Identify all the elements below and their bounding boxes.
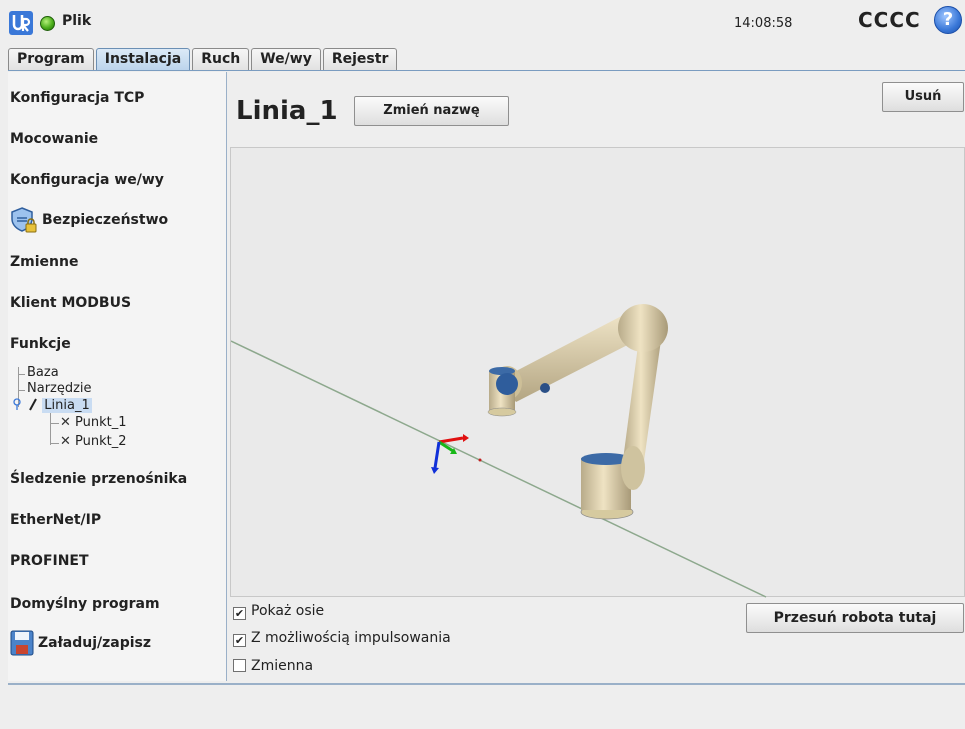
tree-item-point-2[interactable]: ✕ Punkt_2 — [60, 434, 127, 449]
tab-log[interactable]: Rejestr — [322, 48, 398, 70]
checkbox-label: Zmienna — [251, 658, 314, 674]
tree-item-label: Punkt_1 — [75, 415, 127, 430]
feature-panel: Linia_1 Zmień nazwę Usuń ✔ Pokaż osie ✔ … — [228, 72, 965, 681]
page-title: Linia_1 — [236, 96, 338, 126]
sidebar-item-conveyor-tracking[interactable]: Śledzenie przenośnika — [10, 471, 187, 487]
robot-3d-scene[interactable] — [230, 148, 965, 598]
checkbox-unchecked-icon[interactable] — [233, 659, 246, 672]
installation-sidebar: Konfiguracja TCP Mocowanie Konfiguracja … — [8, 72, 227, 681]
sidebar-item-io-config[interactable]: Konfiguracja we/wy — [10, 172, 164, 188]
tree-connector — [50, 413, 51, 445]
robot-name: CCCC — [858, 8, 921, 32]
rename-button[interactable]: Zmień nazwę — [354, 96, 509, 126]
tree-item-point-1[interactable]: ✕ Punkt_1 — [60, 415, 127, 430]
tab-io[interactable]: We/wy — [251, 48, 321, 70]
tree-item-base[interactable]: Baza — [27, 365, 59, 380]
delete-button[interactable]: Usuń — [882, 82, 964, 112]
variable-checkbox[interactable]: Zmienna — [233, 658, 313, 674]
sidebar-item-default-program[interactable]: Domyślny program — [10, 596, 160, 612]
sidebar-item-modbus[interactable]: Klient MODBUS — [10, 295, 131, 311]
checkbox-checked-icon[interactable]: ✔ — [233, 634, 246, 647]
sidebar-item-tcp-config[interactable]: Konfiguracja TCP — [10, 90, 144, 106]
sidebar-item-variables[interactable]: Zmienne — [10, 254, 78, 270]
robot-arm-model — [487, 304, 668, 520]
clock: 14:08:58 — [734, 16, 793, 31]
jogable-checkbox[interactable]: ✔ Z możliwością impulsowania — [233, 630, 451, 647]
sidebar-item-label: Bezpieczeństwo — [42, 212, 169, 228]
sidebar-item-label: Załaduj/zapisz — [38, 635, 152, 651]
tab-program[interactable]: Program — [8, 48, 94, 70]
tab-move[interactable]: Ruch — [192, 48, 250, 70]
tree-connector — [50, 423, 59, 424]
main-tabs: Program Instalacja Ruch We/wy Rejestr — [8, 48, 399, 70]
tree-item-tool[interactable]: Narzędzie — [27, 381, 92, 396]
footer-divider — [8, 683, 965, 685]
checkbox-checked-icon[interactable]: ✔ — [233, 607, 246, 620]
show-axes-checkbox[interactable]: ✔ Pokaż osie — [233, 603, 324, 620]
tree-connector — [18, 390, 25, 391]
shield-lock-icon — [11, 207, 37, 233]
ur-logo-icon — [9, 11, 33, 35]
checkbox-label: Z możliwością impulsowania — [251, 630, 451, 646]
file-menu[interactable]: Plik — [62, 13, 91, 29]
robot-status-icon[interactable] — [40, 16, 55, 31]
tree-item-line-1[interactable]: Linia_1 — [12, 398, 92, 413]
sidebar-item-load-save[interactable]: Załaduj/zapisz — [10, 630, 151, 656]
sidebar-item-mounting[interactable]: Mocowanie — [10, 131, 98, 147]
tree-item-label: Punkt_2 — [75, 434, 127, 449]
point-feature-icon: ✕ — [60, 434, 71, 449]
tree-item-label: Linia_1 — [42, 398, 92, 413]
sidebar-item-ethernet-ip[interactable]: EtherNet/IP — [10, 512, 101, 528]
tree-connector — [50, 443, 59, 444]
tab-installation[interactable]: Instalacja — [95, 48, 191, 70]
top-bar: Plik 14:08:58 CCCC ? — [0, 0, 965, 48]
save-icon — [10, 630, 34, 656]
help-icon[interactable]: ? — [934, 6, 962, 34]
sidebar-item-safety[interactable]: Bezpieczeństwo — [10, 206, 168, 234]
robot-3d-view[interactable] — [230, 147, 965, 598]
line-feature-icon — [29, 398, 38, 411]
sidebar-item-profinet[interactable]: PROFINET — [10, 553, 89, 569]
point-feature-icon: ✕ — [60, 415, 71, 430]
expand-icon[interactable] — [12, 398, 24, 410]
checkbox-label: Pokaż osie — [251, 603, 325, 619]
tree-connector — [18, 374, 25, 375]
tab-divider — [8, 70, 965, 71]
sidebar-item-features[interactable]: Funkcje — [10, 336, 71, 352]
move-robot-here-button[interactable]: Przesuń robota tutaj — [746, 603, 964, 633]
